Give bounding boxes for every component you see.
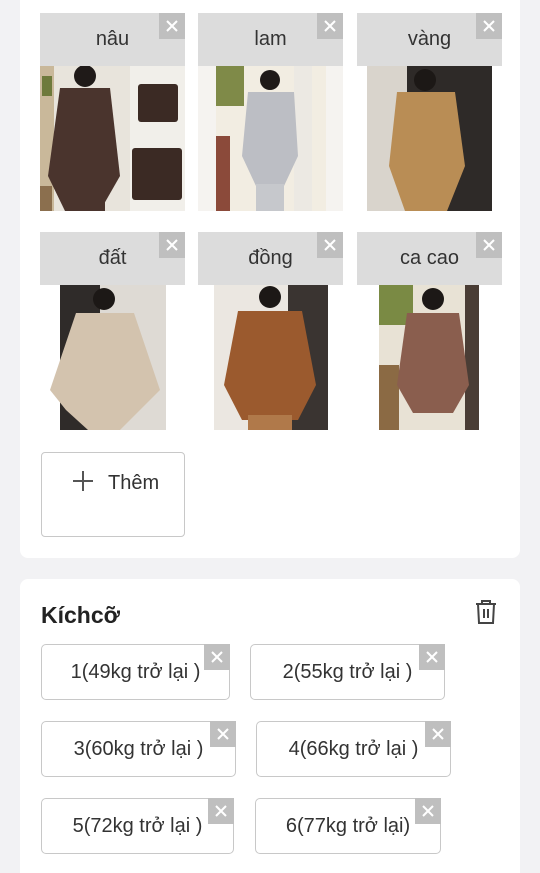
variant-item: nâu [40,13,185,211]
add-variant-button[interactable]: Thêm [41,452,185,537]
remove-variant-button[interactable] [317,232,343,258]
variant-item: ca cao [357,232,502,430]
variant-photo [40,285,185,430]
close-icon [483,20,495,32]
remove-variant-button[interactable] [476,13,502,39]
size-chip-label: 4(66kg trở lại ) [288,737,419,760]
size-chip-label: 3(60kg trở lại ) [73,737,204,760]
size-chip[interactable]: 3(60kg trở lại ) [41,721,236,777]
variant-photo [40,66,185,211]
variant-item: lam [198,13,343,211]
size-chip-label: 1(49kg trở lại ) [70,660,201,683]
close-icon [426,651,438,663]
size-chip[interactable]: 2(55kg trở lại ) [250,644,445,700]
close-icon [211,651,223,663]
remove-size-button[interactable] [210,721,236,747]
remove-size-button[interactable] [208,798,234,824]
size-chip[interactable]: 5(72kg trở lại ) [41,798,234,854]
close-icon [166,239,178,251]
variant-item: đồng [198,232,343,430]
remove-variant-button[interactable] [159,232,185,258]
remove-size-button[interactable] [419,644,445,670]
size-chip-label: 2(55kg trở lại ) [282,660,413,683]
variant-item: đất [40,232,185,430]
plus-icon [73,471,93,491]
trash-icon[interactable] [474,599,498,625]
size-chip-label: 5(72kg trở lại ) [72,814,203,837]
variant-photo [198,66,343,211]
remove-size-button[interactable] [415,798,441,824]
sizes-card: Kíchcỡ 1(49kg trở lại ) 2(55kg trở lại )… [20,579,520,873]
close-icon [324,20,336,32]
variant-item: vàng [357,13,502,211]
close-icon [166,20,178,32]
size-chip[interactable]: 1(49kg trở lại ) [41,644,230,700]
close-icon [422,805,434,817]
variant-photo [357,66,502,211]
close-icon [215,805,227,817]
remove-size-button[interactable] [204,644,230,670]
remove-size-button[interactable] [425,721,451,747]
close-icon [483,239,495,251]
variant-photo [357,285,502,430]
variants-card: nâu lam vàng đất đồng ca cao Thêm [20,0,520,558]
size-chip-label: 6(77kg trở lại) [285,814,411,837]
add-variant-label: Thêm [108,472,160,494]
close-icon [324,239,336,251]
remove-variant-button[interactable] [317,13,343,39]
size-chip[interactable]: 4(66kg trở lại ) [256,721,451,777]
remove-variant-button[interactable] [476,232,502,258]
close-icon [432,728,444,740]
size-chip[interactable]: 6(77kg trở lại) [255,798,441,854]
remove-variant-button[interactable] [159,13,185,39]
variant-photo [198,285,343,430]
section-title: Kíchcỡ [41,602,120,628]
close-icon [217,728,229,740]
